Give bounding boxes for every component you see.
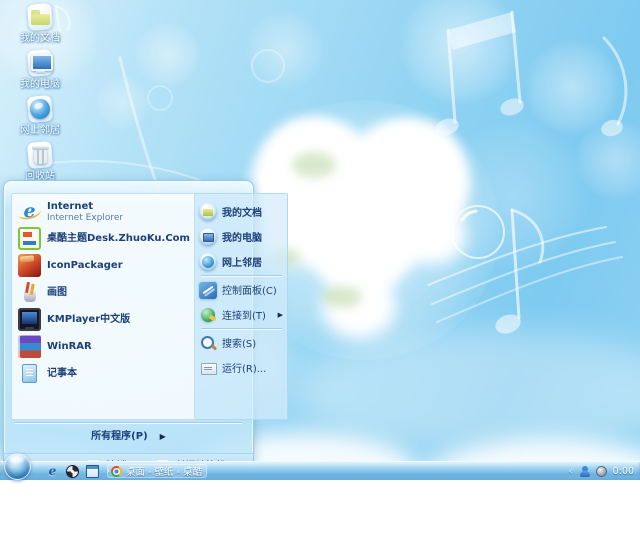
all-programs-button[interactable]: 所有程序(P) ▶ [11,425,246,449]
app-label: 画图 [47,287,67,299]
desktop-icon-label: 我的文档 [20,33,60,45]
app-icon [18,227,41,250]
start-menu-header [4,181,253,193]
app-label: 桌酷主题Desk.ZhuoKu.Com [47,233,190,245]
start-menu-columns: Internet Internet Explorer 桌酷主题Desk.Zhuo… [11,193,246,420]
taskbar: › 桌面 - 壁纸 - 桌酷... ‹ 0:00 [0,461,640,480]
start-menu-place-item[interactable]: 运行(R)... [198,355,285,380]
submenu-arrow-icon: ▶ [278,311,283,319]
app-icon [18,335,41,358]
place-label: 控制面板(C) [222,282,284,297]
app-text: WinRAR [47,341,92,353]
start-menu-places-column: 我的文档 我的电脑 网上邻居 控制面板(C) [195,193,288,420]
icon-glyph [25,48,55,78]
start-menu-app-item[interactable]: KMPlayer中文版 [16,306,192,333]
start-button[interactable] [4,453,31,480]
quick-launch-media-player-icon[interactable] [66,465,79,478]
place-icon [199,281,217,299]
place-label: 连接到(T) [222,307,273,322]
app-text: 画图 [47,287,67,299]
place-label: 搜索(S) [222,335,284,350]
desktop-icon-column: 我的文档 我的电脑 网上邻居 回收站 [8,2,72,183]
start-menu-pinned-column: Internet Internet Explorer 桌酷主题Desk.Zhuo… [11,193,195,420]
desktop-icon[interactable]: 网上邻居 [8,94,72,137]
app-icon [18,254,41,277]
quick-launch-bar: › [46,462,110,480]
icon-glyph [25,140,55,170]
app-label: IconPackager [47,260,123,272]
system-tray: ‹ 0:00 [569,462,637,480]
app-label: KMPlayer中文版 [47,314,130,326]
app-icon [18,308,41,331]
start-menu-place-item[interactable]: 我的文档 [198,199,285,224]
tray-collapse-icon[interactable]: ‹ [569,466,573,477]
start-menu-app-item[interactable]: IconPackager [16,252,192,279]
leaf-patch [322,286,362,308]
app-icon [18,200,41,223]
place-icon [199,253,217,271]
all-programs-label: 所有程序(P) [91,431,147,443]
app-label: Internet [47,201,123,213]
app-icon [18,362,41,385]
all-programs-separator [15,422,242,423]
chrome-icon [111,466,122,477]
taskbar-clock[interactable]: 0:00 [613,466,637,477]
start-menu-app-item[interactable]: Internet Internet Explorer [16,198,192,225]
app-label: 记事本 [47,368,77,380]
all-programs-arrow-icon: ▶ [160,433,166,441]
start-menu-app-item[interactable]: 画图 [16,279,192,306]
desktop-icon-image [25,2,55,32]
tray-messenger-icon[interactable] [579,466,590,477]
leaf-patch [292,152,336,178]
start-menu-app-item[interactable]: 桌酷主题Desk.ZhuoKu.Com [16,225,192,252]
icon-glyph [25,2,55,32]
start-menu-place-item[interactable]: 连接到(T) ▶ [198,302,285,327]
place-label: 我的电脑 [222,229,284,244]
place-label: 我的文档 [222,204,284,219]
taskbar-window-title: 桌面 - 壁纸 - 桌酷... [126,464,203,478]
place-icon [199,359,217,377]
start-menu-place-item[interactable]: 网上邻居 [198,249,285,274]
desktop-icon-image [25,94,55,124]
app-text: 桌酷主题Desk.ZhuoKu.Com [47,233,190,245]
place-icon [199,228,217,246]
place-label: 网上邻居 [222,254,284,269]
desktop-icon-label: 我的电脑 [20,79,60,91]
desktop-icon-image [25,48,55,78]
tray-volume-icon[interactable] [596,466,607,477]
app-sublabel: Internet Explorer [47,213,123,223]
start-menu-app-item[interactable]: WinRAR [16,333,192,360]
app-icon [18,281,41,304]
start-menu-place-item[interactable]: 控制面板(C) [198,277,285,302]
start-menu: Internet Internet Explorer 桌酷主题Desk.Zhuo… [3,180,254,462]
place-icon [199,334,217,352]
app-text: IconPackager [47,260,123,272]
icon-glyph [25,94,55,124]
place-icon [199,306,217,324]
menu-separator [201,328,282,329]
desktop-icon[interactable]: 回收站 [8,140,72,183]
app-text: 记事本 [47,368,77,380]
start-menu-place-item[interactable]: 我的电脑 [198,224,285,249]
start-menu-place-item[interactable]: 搜索(S) [198,330,285,355]
quick-launch-show-desktop-icon[interactable] [86,465,99,478]
app-text: KMPlayer中文版 [47,314,130,326]
place-label: 运行(R)... [222,360,284,375]
start-menu-app-item[interactable]: 记事本 [16,360,192,387]
menu-separator [201,275,282,276]
cloud-fluff [368,128,454,198]
place-icon [199,203,217,221]
app-text: Internet Internet Explorer [47,201,123,223]
cloud-fluff [404,206,466,264]
desktop-icon[interactable]: 我的电脑 [8,48,72,91]
taskbar-window-button[interactable]: 桌面 - 壁纸 - 桌酷... [107,464,207,478]
quick-launch-ie-icon[interactable] [46,465,59,478]
desktop-icon-label: 网上邻居 [20,125,60,137]
app-label: WinRAR [47,341,92,353]
desktop-icon[interactable]: 我的文档 [8,2,72,45]
desktop-icon-image [25,140,55,170]
